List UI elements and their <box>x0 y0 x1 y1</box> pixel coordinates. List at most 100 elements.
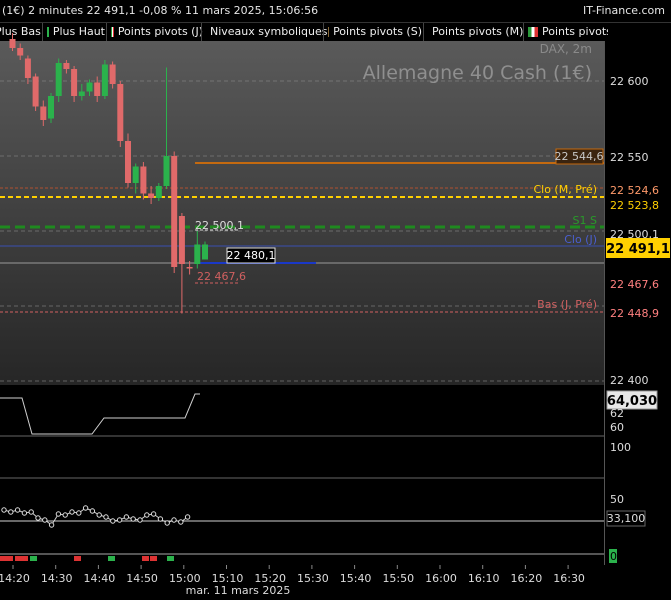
indicator-3-point <box>164 520 170 526</box>
candle-up <box>86 82 93 92</box>
indicator-panel-2 <box>0 436 604 478</box>
indicator-3-point <box>76 510 82 516</box>
candle-down <box>32 76 39 107</box>
candle-down <box>17 48 24 56</box>
price-tag-resistance: 22 544,6 <box>555 150 604 163</box>
time-axis: 14:20 14:30 14:40 14:50 15:00 15:10 15:20 15:30… <box>0 565 585 585</box>
candle-down <box>125 141 131 183</box>
indicator-1-tick: 60 <box>610 421 624 434</box>
indicator-3-point <box>150 511 157 517</box>
x-tick-label: 16:20 <box>511 572 543 585</box>
candle-up <box>55 63 62 96</box>
indicator-panel-3 <box>0 480 604 552</box>
indicator-4-marker <box>0 556 7 561</box>
crosshair-price-text: 22 480,1 <box>227 249 276 262</box>
indicator-4-marker <box>142 556 149 561</box>
bas-j-label: Bas (J, Pré) <box>537 298 597 311</box>
x-tick-label: 15:50 <box>382 572 414 585</box>
candle-up <box>101 64 108 96</box>
indicator-3-point <box>8 509 14 515</box>
indicator-3-point <box>89 508 96 514</box>
indicator-4-marker <box>108 556 115 561</box>
candle-up <box>132 166 139 183</box>
indicator-3-point <box>130 516 136 522</box>
indicator-1-tick: 62 <box>610 407 624 420</box>
indicator-3-point <box>28 509 34 515</box>
x-tick-label: 15:30 <box>297 572 329 585</box>
indicator-4-marker <box>150 556 157 561</box>
x-tick-label: 15:40 <box>340 572 372 585</box>
indicator-3-point <box>123 514 130 520</box>
indicator-3-point <box>116 517 123 523</box>
s1-label: S1 S <box>573 214 597 227</box>
y-tick-label: 22 550 <box>610 151 649 164</box>
candle-up <box>78 91 85 96</box>
candle-down <box>171 156 178 267</box>
indicator-3-point <box>69 509 75 515</box>
price-tag-pivot-r: 22 524,6 <box>610 184 659 197</box>
candle-down <box>109 64 116 84</box>
indicator-3-point <box>1 507 7 513</box>
candle-down <box>40 106 47 120</box>
candle-down <box>71 69 78 96</box>
y-tick-label: 22 600 <box>610 75 649 88</box>
candle-up <box>155 186 162 198</box>
indicator-4-marker <box>21 556 28 561</box>
indicator-3-point <box>96 512 102 518</box>
indicator-3-point <box>14 507 21 513</box>
price-chart[interactable]: DAX, 2m Allemagne 40 Cash (1€) Clo (M, P… <box>0 0 671 600</box>
indicator-3-point <box>21 510 28 516</box>
watermark-timeframe: DAX, 2m <box>540 42 592 56</box>
price-tag-session-low: 22 467,6 <box>610 278 659 291</box>
x-tick-label: 16:00 <box>425 572 457 585</box>
indicator-3-tick: 50 <box>610 493 624 506</box>
session-low-label: 22 467,6 <box>197 270 246 283</box>
indicator-panel-1 <box>0 388 604 434</box>
session-high-label: 22 500,1 <box>195 219 244 232</box>
x-tick-label: 16:30 <box>553 572 585 585</box>
indicator-3-point <box>48 522 55 528</box>
indicator-3-point <box>42 517 48 523</box>
indicator-3-point <box>184 514 191 520</box>
indicator-3-point <box>62 512 68 518</box>
x-tick-label: 14:50 <box>126 572 158 585</box>
candle-up <box>163 156 170 186</box>
date-label: mar. 11 mars 2025 <box>186 584 291 597</box>
indicator-4-marker <box>15 556 22 561</box>
x-tick-label: 16:10 <box>468 572 500 585</box>
price-tag-clo-m: 22 523,8 <box>610 199 659 212</box>
indicator-3-value: 33,100 <box>607 512 646 525</box>
candle-down <box>24 58 31 78</box>
x-tick-label: 14:30 <box>41 572 73 585</box>
indicator-3-point <box>157 516 164 522</box>
x-tick-label: 14:40 <box>84 572 116 585</box>
clo-j-label: Clo (J) <box>564 233 597 246</box>
candle-down <box>186 267 193 269</box>
candle-down <box>140 166 147 194</box>
indicator-3-point <box>171 517 177 523</box>
indicator-4-marker <box>6 556 13 561</box>
indicator-3-point <box>55 511 62 517</box>
indicator-4-tick: 0 <box>610 550 617 563</box>
indicator-3-point <box>144 512 150 518</box>
candle-down <box>94 82 101 96</box>
indicator-3-point <box>82 505 89 511</box>
candle-down <box>148 193 155 198</box>
indicator-3-point <box>35 515 41 521</box>
candle-down <box>117 84 124 141</box>
candle-down <box>9 39 16 48</box>
candle-up <box>194 244 201 264</box>
candle-up <box>48 96 54 119</box>
plot-background <box>0 41 604 385</box>
last-price-value: 22 491,1 <box>606 242 670 257</box>
indicator-panel-4 <box>0 553 604 565</box>
indicator-4-marker <box>30 556 37 561</box>
indicator-3-point <box>103 514 109 520</box>
x-tick-label: 14:20 <box>0 572 30 585</box>
y-tick-label: 22 400 <box>610 374 649 387</box>
candle-down <box>178 216 185 264</box>
candle-down <box>63 63 70 69</box>
indicator-3-point <box>137 517 143 523</box>
candle-up <box>202 244 208 260</box>
indicator-3-point <box>110 518 116 524</box>
